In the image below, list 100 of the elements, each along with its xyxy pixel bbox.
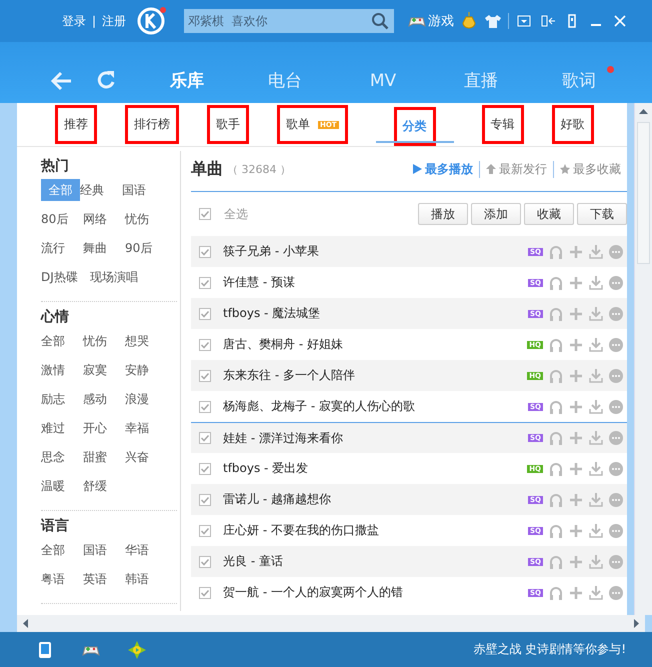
download-icon[interactable] (589, 554, 603, 568)
category-tab[interactable]: 歌手 (207, 105, 249, 144)
category-tab[interactable]: 专辑 (482, 105, 524, 144)
category-item[interactable]: 华语 (125, 539, 167, 561)
more-icon[interactable] (609, 524, 623, 538)
category-item[interactable]: 甜蜜 (83, 446, 125, 468)
download-icon[interactable] (589, 492, 603, 506)
logo-icon[interactable] (136, 6, 166, 36)
song-title[interactable]: 许佳慧 - 预谋 (223, 274, 522, 291)
song-title[interactable]: tfboys - 爱出发 (223, 460, 522, 477)
more-icon[interactable] (609, 431, 623, 445)
play-star-icon[interactable] (128, 640, 146, 658)
download-icon[interactable] (589, 462, 603, 476)
category-item[interactable]: 80后 (41, 208, 83, 230)
search-field[interactable]: 邓紫棋 喜欢你 (184, 9, 394, 33)
more-icon[interactable] (609, 400, 623, 414)
more-icon[interactable] (609, 338, 623, 352)
checkbox[interactable] (199, 308, 211, 320)
headphones-icon[interactable] (549, 368, 563, 382)
more-icon[interactable] (609, 276, 623, 290)
category-item[interactable]: 温暖 (41, 475, 83, 497)
action-button[interactable]: 添加 (471, 203, 521, 225)
download-icon[interactable] (589, 338, 603, 352)
action-button[interactable]: 收藏 (524, 203, 574, 225)
add-icon[interactable] (569, 400, 583, 414)
download-icon[interactable] (589, 400, 603, 414)
sort-option[interactable]: 最新发行 (479, 160, 553, 178)
money-bag-icon[interactable] (460, 12, 478, 30)
checkbox[interactable] (199, 246, 211, 258)
category-item[interactable]: 英语 (83, 568, 125, 590)
headphones-icon[interactable] (549, 462, 563, 476)
category-item[interactable]: 全部 (41, 330, 83, 352)
category-item[interactable]: 感动 (83, 388, 125, 410)
download-icon[interactable] (589, 524, 603, 538)
checkbox[interactable] (199, 370, 211, 382)
headphones-icon[interactable] (549, 338, 563, 352)
more-icon[interactable] (609, 368, 623, 382)
more-icon[interactable] (609, 492, 623, 506)
add-icon[interactable] (569, 554, 583, 568)
category-item[interactable]: 流行 (41, 237, 83, 259)
register-link[interactable]: 注册 (102, 12, 126, 30)
category-item[interactable]: 粤语 (41, 568, 83, 590)
checkbox[interactable] (199, 276, 211, 288)
song-title[interactable]: 杨海彪、龙梅子 - 寂寞的人伤心的歌 (223, 398, 522, 415)
category-item[interactable]: 难过 (41, 417, 83, 439)
checkbox[interactable] (199, 586, 211, 598)
checkbox[interactable] (199, 208, 211, 220)
song-title[interactable]: 唐古、樊桐舟 - 好姐妹 (223, 336, 522, 353)
song-title[interactable]: 庄心妍 - 不要在我的伤口撒盐 (223, 522, 522, 539)
category-item[interactable]: 思念 (41, 446, 83, 468)
add-icon[interactable] (569, 244, 583, 258)
checkbox[interactable] (199, 432, 211, 444)
checkbox[interactable] (199, 400, 211, 412)
headphones-icon[interactable] (549, 586, 563, 600)
headphones-icon[interactable] (549, 306, 563, 320)
checkbox[interactable] (199, 494, 211, 506)
category-item[interactable]: 舞曲 (83, 237, 125, 259)
song-title[interactable]: 光良 - 童话 (223, 553, 522, 570)
add-icon[interactable] (569, 524, 583, 538)
scrollbar-thumb[interactable] (637, 122, 650, 264)
category-item[interactable]: 激情 (41, 359, 83, 381)
add-icon[interactable] (569, 462, 583, 476)
download-icon[interactable] (589, 431, 603, 445)
download-icon[interactable] (589, 368, 603, 382)
add-icon[interactable] (569, 368, 583, 382)
headphones-icon[interactable] (549, 554, 563, 568)
category-tab[interactable]: 排行榜 (125, 105, 179, 144)
song-title[interactable]: 贺一航 - 一个人的寂寞两个人的错 (223, 584, 522, 601)
category-item[interactable]: 安静 (125, 359, 167, 381)
headphones-icon[interactable] (549, 431, 563, 445)
login-link[interactable]: 登录 (62, 12, 86, 30)
category-item[interactable]: 励志 (41, 388, 83, 410)
category-item[interactable]: 韩语 (125, 568, 167, 590)
headphones-icon[interactable] (549, 276, 563, 290)
download-icon[interactable] (589, 306, 603, 320)
games-button[interactable]: 游戏 (408, 12, 454, 30)
category-item[interactable]: 现场演唱 (90, 266, 138, 288)
tablet-icon[interactable] (36, 640, 54, 658)
headphones-icon[interactable] (549, 524, 563, 538)
add-icon[interactable] (569, 306, 583, 320)
category-item[interactable]: 90后 (125, 237, 167, 259)
headphones-icon[interactable] (549, 244, 563, 258)
song-title[interactable]: 东来东往 - 多一个人陪伴 (223, 367, 522, 384)
headphones-icon[interactable] (549, 400, 563, 414)
add-icon[interactable] (569, 586, 583, 600)
category-tab[interactable]: 推荐 (55, 105, 97, 144)
category-item[interactable]: 国语 (83, 539, 125, 561)
category-item[interactable]: 开心 (83, 417, 125, 439)
add-icon[interactable] (569, 338, 583, 352)
category-item[interactable]: 全部 (41, 539, 83, 561)
category-item[interactable]: 寂寞 (83, 359, 125, 381)
download-icon[interactable] (589, 586, 603, 600)
category-item[interactable]: 忧伤 (83, 330, 125, 352)
song-title[interactable]: 雷诺儿 - 越痛越想你 (223, 491, 522, 508)
more-icon[interactable] (609, 244, 623, 258)
checkbox[interactable] (199, 524, 211, 536)
song-title[interactable]: 筷子兄弟 - 小苹果 (223, 243, 522, 260)
category-tab[interactable]: 好歌 (552, 105, 594, 144)
more-icon[interactable] (609, 554, 623, 568)
checkbox[interactable] (199, 338, 211, 350)
